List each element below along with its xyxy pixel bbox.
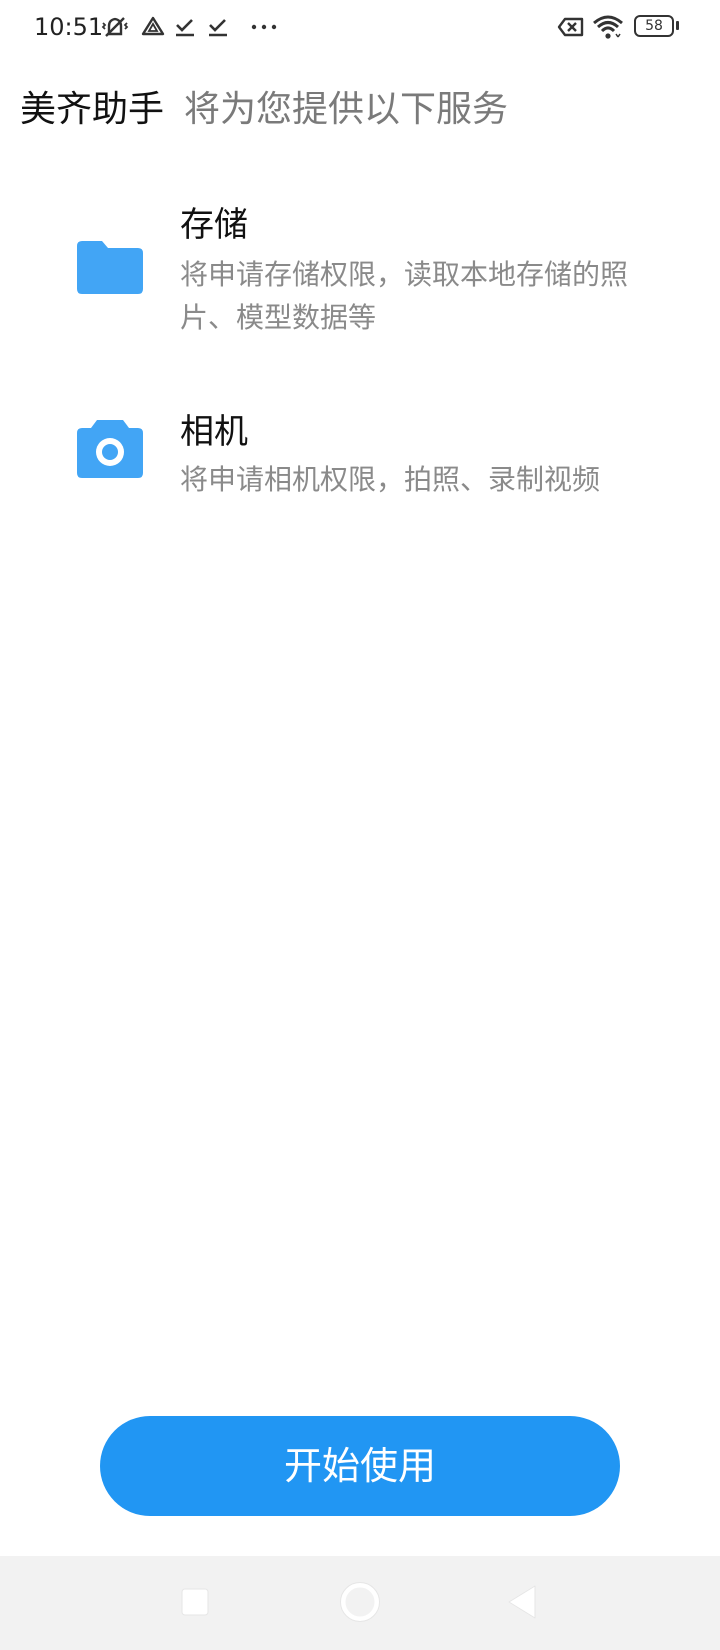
no-sim-icon [556, 12, 586, 42]
more-dots-icon [250, 12, 280, 42]
navigation-bar [0, 1556, 720, 1650]
camera-icon [76, 416, 144, 478]
mute-vibrate-icon [100, 12, 130, 42]
home-circle-icon[interactable] [335, 1578, 385, 1628]
page-header: 美齐助手 将为您提供以下服务 [20, 84, 508, 136]
page-subtitle: 将为您提供以下服务 [184, 89, 509, 130]
recents-square-icon[interactable] [169, 1578, 219, 1628]
back-triangle-icon[interactable] [497, 1578, 547, 1628]
permission-description: 将申请相机权限，拍照、录制视频 [180, 463, 601, 496]
status-time: 10:51 [34, 13, 104, 41]
app-name: 美齐助手 [20, 89, 165, 130]
download-done-icon [172, 12, 198, 42]
permission-description: 将申请存储权限，读取本地存储的照片、模型数据等 [180, 258, 629, 334]
download-done-icon [205, 12, 231, 42]
battery-level: 58 [645, 18, 663, 34]
permission-title: 相机 [180, 412, 248, 452]
drive-icon [138, 12, 168, 42]
status-bar: 10:51 58 [0, 0, 720, 56]
wifi-icon [592, 12, 624, 42]
battery-tip [676, 21, 679, 30]
start-button[interactable]: 开始使用 [100, 1416, 620, 1516]
folder-icon [76, 237, 144, 297]
permission-title: 存储 [180, 205, 248, 245]
battery-icon: 58 [634, 15, 674, 37]
